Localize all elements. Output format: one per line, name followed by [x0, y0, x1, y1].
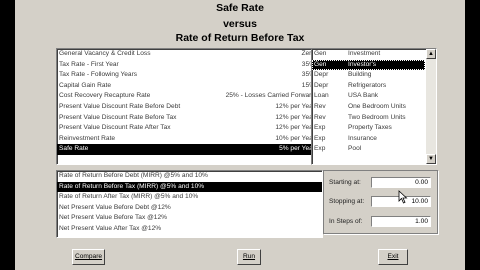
category-row-7[interactable]: Exp Property Taxes	[312, 123, 436, 134]
assumption-label: Present Value Discount Rate After Tax	[59, 124, 171, 132]
assumption-row-7[interactable]: Present Value Discount Rate After Tax 12%…	[57, 123, 318, 134]
category-row-9[interactable]: Exp Pool	[312, 144, 436, 155]
assumption-label: General Vacancy & Credit Loss	[59, 50, 151, 57]
assumptions-list[interactable]: General Vacancy & Credit Loss Zero Tax Ra…	[56, 48, 319, 165]
category-name: Refrigerators	[348, 81, 387, 89]
category-name: Investment	[348, 50, 381, 57]
assumption-row-6[interactable]: Present Value Discount Rate Before Tax 12…	[57, 113, 318, 124]
category-code: Gen	[314, 60, 327, 68]
title-line-3: Rate of Return Before Tax	[175, 32, 305, 44]
measure-label: Rate of Return Before Debt (MIRR) @5% an…	[59, 172, 208, 179]
category-name: Pool	[348, 145, 362, 153]
measure-label: Rate of Return Before Tax (MIRR) @5% and…	[59, 182, 205, 190]
category-code: Rev	[314, 102, 326, 110]
category-code: Gen	[314, 50, 327, 57]
categories-list[interactable]: Gen Investment Gen Investor's Depr Building…	[311, 48, 437, 165]
measure-row-3[interactable]: Net Present Value Before Debt @12%	[57, 203, 322, 214]
category-code: Rev	[314, 113, 326, 121]
category-name: One Bedroom Units	[348, 102, 406, 110]
assumption-label: Tax Rate - Following Years	[59, 71, 138, 79]
measure-row-5[interactable]: Net Present Value After Tax @12%	[57, 224, 322, 235]
category-row-1[interactable]: Gen Investor's	[312, 59, 425, 71]
start-field[interactable]: 0.00	[371, 177, 431, 188]
category-name: Property Taxes	[348, 124, 392, 132]
title-line-2: versus	[223, 18, 257, 30]
category-code: Loan	[314, 92, 329, 100]
category-name: Building	[348, 71, 372, 79]
measure-row-2[interactable]: Rate of Return After Tax (MIRR) @5% and …	[57, 192, 322, 203]
category-code: Exp	[314, 134, 326, 142]
measure-label: Net Present Value Before Tax @12%	[59, 214, 167, 222]
category-row-6[interactable]: Rev Two Bedroom Units	[312, 113, 436, 124]
assumption-value: 12% per Year	[275, 113, 315, 121]
measure-row-0[interactable]: Rate of Return Before Debt (MIRR) @5% an…	[57, 171, 322, 182]
category-name: Two Bedroom Units	[348, 113, 406, 121]
run-button[interactable]: Run	[237, 249, 261, 265]
scroll-up-icon[interactable]: ▲	[426, 49, 436, 59]
scroll-down-icon[interactable]: ▼	[426, 154, 436, 164]
measure-row-1[interactable]: Rate of Return Before Tax (MIRR) @5% and…	[57, 181, 322, 193]
category-row-4[interactable]: Loan USA Bank	[312, 91, 436, 102]
assumption-row-2[interactable]: Tax Rate - Following Years 35%	[57, 70, 318, 81]
assumption-value: 12% per Year	[275, 102, 315, 110]
assumption-value: 12% per Year	[275, 124, 315, 132]
title-line-1: Safe Rate	[216, 2, 264, 14]
step-field[interactable]: 1.00	[371, 216, 431, 227]
range-panel: Starting at: 0.00 Stopping at: 10.00 In …	[323, 170, 438, 234]
assumption-value: 10% per Year	[275, 134, 315, 142]
stop-label: Stopping at:	[329, 198, 365, 205]
measure-label: Net Present Value After Tax @12%	[59, 224, 162, 232]
exit-button[interactable]: Exit	[378, 249, 408, 265]
assumption-row-3[interactable]: Capital Gain Rate 15%	[57, 81, 318, 92]
assumption-label: Tax Rate - First Year	[59, 60, 119, 68]
compare-button[interactable]: Compare	[72, 249, 105, 265]
assumption-row-9[interactable]: Safe Rate 5% per Year	[57, 144, 318, 155]
assumption-value: 25% - Losses Carried Forward	[225, 92, 315, 100]
category-code: Depr	[314, 71, 329, 79]
measures-list[interactable]: Rate of Return Before Debt (MIRR) @5% an…	[56, 170, 323, 238]
category-row-2[interactable]: Depr Building	[312, 70, 436, 81]
step-label: In Steps of:	[329, 218, 363, 225]
dialog-window: Safe Rate versus Rate of Return Before T…	[15, 0, 465, 270]
assumption-value: 5% per Year	[279, 145, 315, 153]
assumption-label: Safe Rate	[59, 145, 89, 153]
category-code: Exp	[314, 145, 326, 153]
category-row-0[interactable]: Gen Investment	[312, 49, 436, 60]
measure-label: Net Present Value Before Debt @12%	[59, 203, 171, 211]
category-row-5[interactable]: Rev One Bedroom Units	[312, 102, 436, 113]
mouse-pointer-icon	[398, 190, 408, 204]
measure-row-4[interactable]: Net Present Value Before Tax @12%	[57, 213, 322, 224]
assumption-row-5[interactable]: Present Value Discount Rate Before Debt 1…	[57, 102, 318, 113]
category-name: Insurance	[348, 134, 377, 142]
assumption-row-8[interactable]: Reinvestment Rate 10% per Year	[57, 134, 318, 145]
assumption-label: Present Value Discount Rate Before Debt	[59, 102, 181, 110]
category-row-8[interactable]: Exp Insurance	[312, 134, 436, 145]
start-label: Starting at:	[329, 179, 361, 186]
assumption-label: Capital Gain Rate	[59, 81, 112, 89]
categories-scrollbar[interactable]: ▲ ▼	[426, 49, 436, 164]
category-code: Depr	[314, 81, 329, 89]
category-code: Exp	[314, 124, 326, 132]
assumption-label: Reinvestment Rate	[59, 134, 116, 142]
category-name: Investor's	[348, 60, 377, 68]
category-row-3[interactable]: Depr Refrigerators	[312, 81, 436, 92]
category-name: USA Bank	[348, 92, 379, 100]
assumption-row-1[interactable]: Tax Rate - First Year 35%	[57, 60, 318, 71]
assumption-row-0[interactable]: General Vacancy & Credit Loss Zero	[57, 49, 318, 60]
assumption-label: Cost Recovery Recapture Rate	[59, 92, 151, 100]
measure-label: Rate of Return After Tax (MIRR) @5% and …	[59, 193, 199, 201]
assumption-label: Present Value Discount Rate Before Tax	[59, 113, 177, 121]
assumption-row-4[interactable]: Cost Recovery Recapture Rate 25% - Losses…	[57, 91, 318, 102]
